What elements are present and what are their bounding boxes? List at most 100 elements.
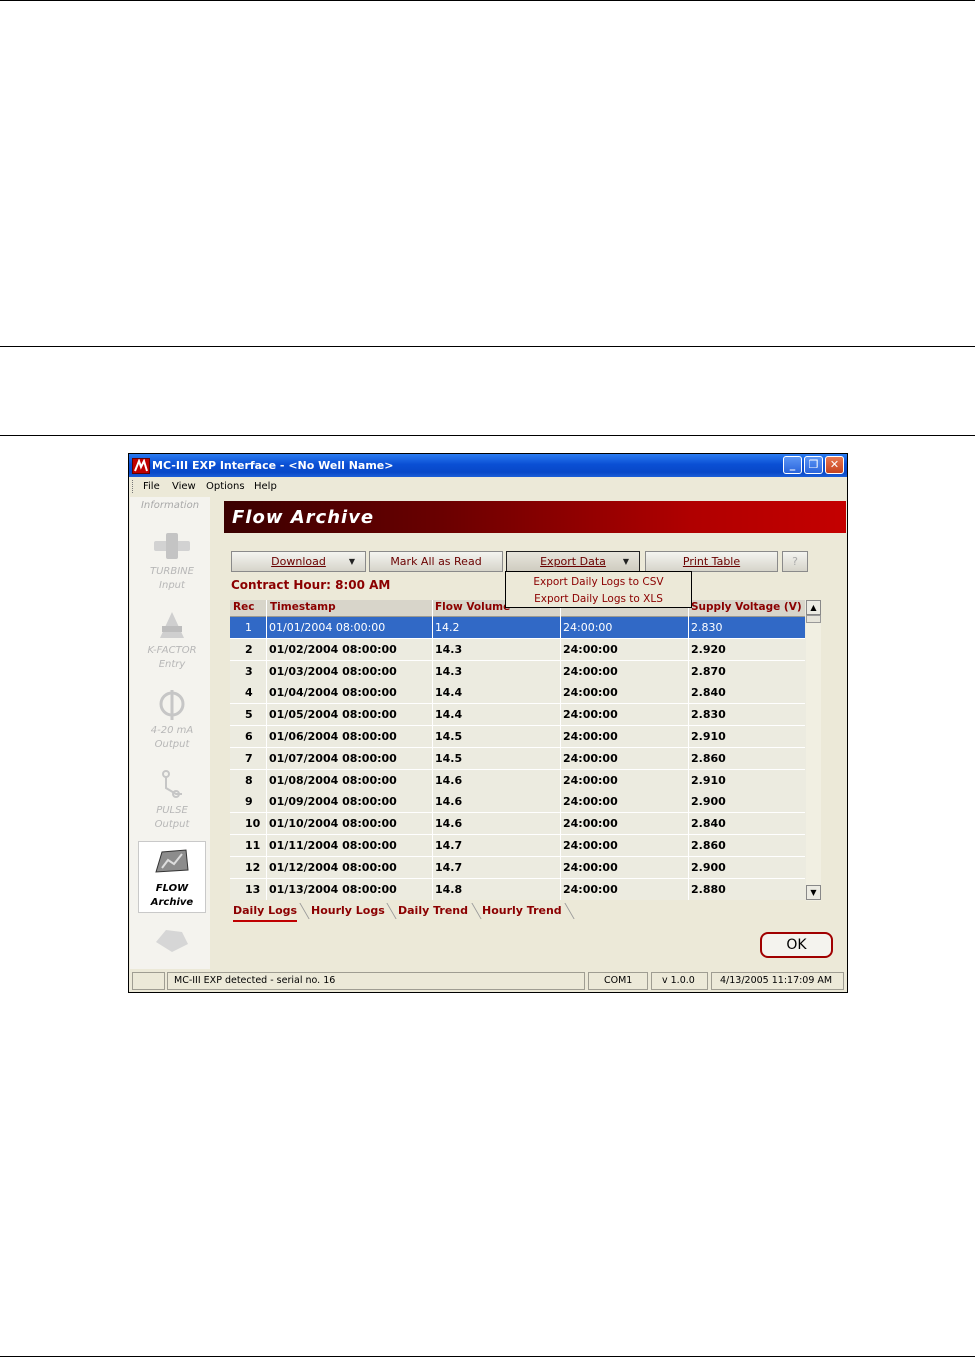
sidebar-item-analog-output[interactable]: 4-20 mA Output bbox=[138, 684, 206, 756]
menu-options[interactable]: Options bbox=[206, 481, 245, 492]
column-header-rec[interactable]: Rec bbox=[233, 601, 254, 613]
table-row[interactable]: 9 01/09/2004 08:00:00 14.6 24:00:00 2.900 bbox=[230, 791, 805, 814]
column-header-flow-volume[interactable]: Flow Volume bbox=[435, 601, 510, 613]
cell-flow-volume: 14.5 bbox=[435, 730, 463, 743]
cell-contract-day: 24:00:00 bbox=[563, 817, 618, 831]
menu-help[interactable]: Help bbox=[254, 481, 277, 492]
cell-timestamp: 01/01/2004 08:00:00 bbox=[269, 621, 386, 634]
download-button[interactable]: Download ▼ bbox=[231, 551, 366, 572]
status-port: COM1 bbox=[588, 972, 648, 990]
tab-daily-trend[interactable]: Daily Trend bbox=[398, 904, 468, 920]
tab-hourly-trend[interactable]: Hourly Trend bbox=[482, 904, 562, 920]
menu-grip bbox=[132, 480, 135, 493]
ok-button[interactable]: OK bbox=[760, 932, 833, 958]
cell-supply-voltage: 2.830 bbox=[691, 708, 726, 722]
cell-supply-voltage: 2.900 bbox=[691, 795, 726, 809]
tab-hourly-logs[interactable]: Hourly Logs bbox=[311, 904, 385, 920]
sidebar-item-pulse-output[interactable]: PULSE Output bbox=[138, 764, 206, 836]
turbine-icon bbox=[154, 533, 190, 559]
chevron-down-icon: ▼ bbox=[348, 557, 355, 566]
cell-rec: 10 bbox=[245, 817, 261, 831]
cell-contract-day: 24:00:00 bbox=[563, 839, 618, 852]
sidebar-item-turbine[interactable]: TURBINE Input bbox=[138, 525, 206, 597]
page-rule-2 bbox=[0, 435, 975, 436]
cell-flow-volume: 14.4 bbox=[435, 708, 463, 722]
cell-contract-day: 24:00:00 bbox=[563, 708, 618, 722]
scroll-thumb[interactable] bbox=[806, 615, 821, 623]
sidebar: Information TURBINE Input K-FACTOR Entry… bbox=[130, 497, 210, 969]
cell-supply-voltage: 2.910 bbox=[691, 730, 726, 743]
table-row[interactable]: 5 01/05/2004 08:00:00 14.4 24:00:00 2.830 bbox=[230, 704, 805, 727]
table-row[interactable]: 10 01/10/2004 08:00:00 14.6 24:00:00 2.840 bbox=[230, 813, 805, 836]
status-blank bbox=[132, 972, 165, 990]
table-row[interactable]: 11 01/11/2004 08:00:00 14.7 24:00:00 2.860 bbox=[230, 835, 805, 857]
scroll-down-icon[interactable]: ▼ bbox=[806, 885, 821, 900]
extra-module-icon[interactable] bbox=[152, 922, 192, 956]
column-divider bbox=[432, 600, 433, 900]
cell-rec: 1 bbox=[245, 621, 252, 634]
cell-rec: 9 bbox=[245, 795, 253, 809]
cell-rec: 3 bbox=[245, 664, 253, 678]
table-row[interactable]: 3 01/03/2004 08:00:00 14.3 24:00:00 2.870 bbox=[230, 660, 805, 683]
print-table-button[interactable]: Print Table bbox=[645, 551, 778, 572]
column-header-supply-voltage[interactable]: Supply Voltage (V) bbox=[691, 601, 802, 613]
flow-archive-table[interactable]: Rec Timestamp Flow Volume Supply Voltage… bbox=[230, 600, 821, 900]
cell-timestamp: 01/11/2004 08:00:00 bbox=[269, 839, 397, 852]
column-divider bbox=[688, 600, 689, 900]
close-button[interactable]: ✕ bbox=[825, 456, 844, 474]
export-xls-menu-item[interactable]: Export Daily Logs to XLS bbox=[506, 593, 691, 605]
cell-timestamp: 01/04/2004 08:00:00 bbox=[269, 686, 397, 700]
column-header-timestamp[interactable]: Timestamp bbox=[270, 601, 336, 613]
cell-supply-voltage: 2.870 bbox=[691, 664, 726, 678]
cell-flow-volume: 14.6 bbox=[435, 773, 463, 787]
table-row[interactable]: 7 01/07/2004 08:00:00 14.5 24:00:00 2.860 bbox=[230, 747, 805, 770]
sidebar-item-flow-archive[interactable]: FLOW Archive bbox=[138, 841, 206, 913]
table-row[interactable]: 8 01/08/2004 08:00:00 14.6 24:00:00 2.910 bbox=[230, 769, 805, 792]
cell-flow-volume: 14.8 bbox=[435, 882, 463, 896]
cell-timestamp: 01/03/2004 08:00:00 bbox=[269, 664, 397, 678]
tab-separator bbox=[386, 903, 397, 919]
cell-timestamp: 01/08/2004 08:00:00 bbox=[269, 773, 397, 787]
cell-contract-day: 24:00:00 bbox=[563, 882, 618, 896]
table-row[interactable]: 1 01/01/2004 08:00:00 14.2 24:00:00 2.830 bbox=[230, 617, 805, 639]
cell-supply-voltage: 2.920 bbox=[691, 642, 726, 656]
status-message: MC-III EXP detected - serial no. 16 bbox=[167, 972, 585, 990]
menu-view[interactable]: View bbox=[172, 481, 196, 492]
menu-file[interactable]: File bbox=[143, 481, 160, 492]
flow-archive-icon bbox=[155, 849, 189, 873]
table-row[interactable]: 12 01/12/2004 08:00:00 14.7 24:00:00 2.900 bbox=[230, 856, 805, 879]
status-datetime: 4/13/2005 11:17:09 AM bbox=[711, 972, 844, 990]
cell-supply-voltage: 2.860 bbox=[691, 751, 726, 765]
tab-separator bbox=[471, 903, 482, 919]
scroll-up-icon[interactable]: ▲ bbox=[806, 600, 821, 615]
contract-hour-label: Contract Hour: 8:00 AM bbox=[231, 578, 391, 592]
export-csv-menu-item[interactable]: Export Daily Logs to CSV bbox=[506, 576, 691, 588]
cell-contract-day: 24:00:00 bbox=[563, 686, 618, 700]
minimize-button[interactable]: _ bbox=[783, 456, 802, 474]
restore-button[interactable]: ❐ bbox=[804, 456, 823, 474]
tab-daily-logs[interactable]: Daily Logs bbox=[233, 904, 298, 922]
app-window: MC-III EXP Interface - <No Well Name> _ … bbox=[128, 453, 848, 993]
table-row[interactable]: 13 01/13/2004 08:00:00 14.8 24:00:00 2.880 bbox=[230, 878, 805, 900]
page-banner: Flow Archive bbox=[224, 501, 846, 533]
table-row[interactable]: 6 01/06/2004 08:00:00 14.5 24:00:00 2.910 bbox=[230, 726, 805, 748]
cell-contract-day: 24:00:00 bbox=[563, 664, 618, 678]
cell-timestamp: 01/05/2004 08:00:00 bbox=[269, 708, 397, 722]
kfactor-icon bbox=[160, 612, 184, 638]
table-row[interactable]: 2 01/02/2004 08:00:00 14.3 24:00:00 2.920 bbox=[230, 638, 805, 661]
menu-bar: File View Options Help bbox=[129, 477, 847, 496]
cell-timestamp: 01/07/2004 08:00:00 bbox=[269, 751, 397, 765]
help-button[interactable]: ? bbox=[782, 551, 808, 572]
cell-rec: 7 bbox=[245, 751, 253, 765]
sidebar-item-kfactor[interactable]: K-FACTOR Entry bbox=[138, 604, 206, 676]
sidebar-header[interactable]: Information bbox=[130, 500, 210, 511]
export-data-button[interactable]: Export Data ▼ bbox=[506, 551, 640, 572]
mark-all-read-button[interactable]: Mark All as Read bbox=[369, 551, 503, 572]
cell-contract-day: 24:00:00 bbox=[563, 860, 618, 874]
cell-flow-volume: 14.2 bbox=[435, 621, 460, 634]
cell-flow-volume: 14.6 bbox=[435, 795, 463, 809]
title-bar[interactable]: MC-III EXP Interface - <No Well Name> _ … bbox=[129, 454, 847, 477]
cell-flow-volume: 14.6 bbox=[435, 817, 463, 831]
table-scrollbar[interactable]: ▲ ▼ bbox=[806, 600, 821, 901]
table-row[interactable]: 4 01/04/2004 08:00:00 14.4 24:00:00 2.840 bbox=[230, 682, 805, 705]
